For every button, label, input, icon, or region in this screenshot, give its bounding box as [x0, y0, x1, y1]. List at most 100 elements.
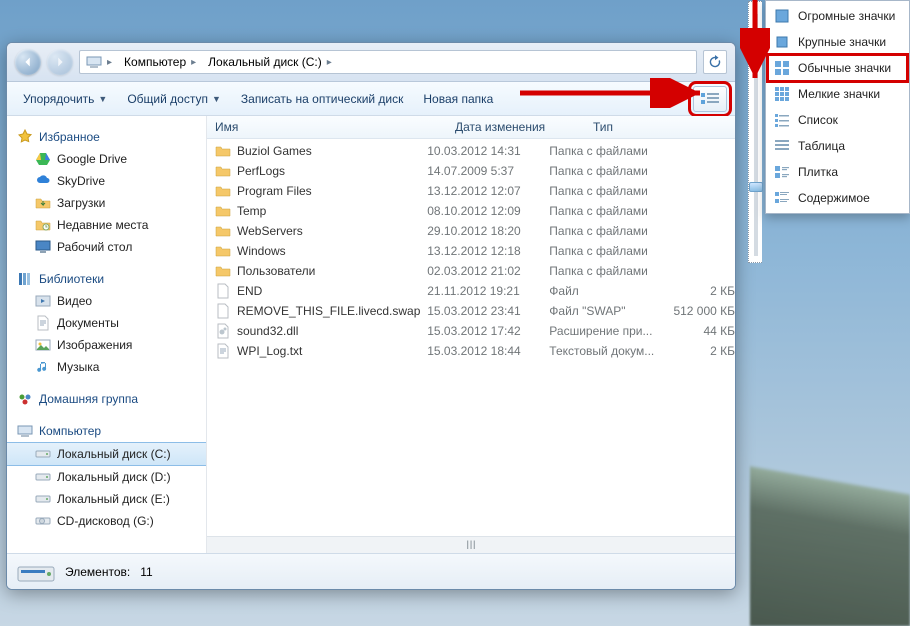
change-view-button[interactable] [693, 86, 727, 112]
column-name[interactable]: Имя [215, 120, 455, 134]
file-name: WebServers [237, 224, 303, 238]
refresh-button[interactable] [703, 50, 727, 74]
file-row[interactable]: Windows13.12.2012 12:18Папка с файлами [215, 241, 735, 261]
file-type: Файл "SWAP" [549, 304, 664, 318]
file-size: 2 КБ [664, 284, 735, 298]
favorites-header[interactable]: Избранное [7, 126, 206, 148]
address-bar[interactable]: ▸ Компьютер▸ Локальный диск (C:)▸ [79, 50, 697, 74]
status-count: 11 [140, 565, 152, 579]
libraries-header[interactable]: Библиотеки [7, 268, 206, 290]
status-count-label: Элементов: [65, 565, 130, 579]
file-row[interactable]: PerfLogs14.07.2009 5:37Папка с файлами [215, 161, 735, 181]
view-extra-large-icons[interactable]: Огромные значки [768, 3, 907, 29]
file-row[interactable]: REMOVE_THIS_FILE.livecd.swap15.03.2012 2… [215, 301, 735, 321]
content-icon [774, 190, 790, 206]
file-date: 10.03.2012 14:31 [427, 144, 549, 158]
sidebar-item-video[interactable]: Видео [7, 290, 206, 312]
file-name: Buziol Games [237, 144, 312, 158]
horizontal-scrollbar[interactable]: III [207, 536, 735, 553]
view-small-icons[interactable]: Мелкие значки [768, 81, 907, 107]
desktop-icon [35, 239, 51, 255]
organize-button[interactable]: Упорядочить▼ [15, 88, 115, 110]
column-headers[interactable]: Имя Дата изменения Тип [207, 116, 735, 139]
column-type[interactable]: Тип [593, 120, 723, 134]
view-content[interactable]: Содержимое [768, 185, 907, 211]
file-date: 21.11.2012 19:21 [427, 284, 549, 298]
file-row[interactable]: Buziol Games10.03.2012 14:31Папка с файл… [215, 141, 735, 161]
view-tiles[interactable]: Плитка [768, 159, 907, 185]
file-type: Файл [549, 284, 664, 298]
breadcrumb-computer[interactable]: Компьютер▸ [120, 51, 202, 73]
music-icon [35, 359, 51, 375]
view-details[interactable]: Таблица [768, 133, 907, 159]
homegroup-icon [17, 391, 33, 407]
file-list-pane: Имя Дата изменения Тип Buziol Games 10.03… [207, 116, 735, 553]
arrow-left-icon [21, 55, 35, 69]
small-icons-icon [774, 86, 790, 102]
file-size: 512 000 КБ [664, 304, 735, 318]
file-row[interactable]: WPI_Log.txt15.03.2012 18:44Текстовый док… [215, 341, 735, 361]
sidebar-item-downloads[interactable]: Загрузки [7, 192, 206, 214]
refresh-icon [708, 55, 722, 69]
file-name: Пользователи [237, 264, 315, 278]
sidebar-item-desktop[interactable]: Рабочий стол [7, 236, 206, 258]
view-options-icon [701, 92, 719, 106]
computer-header[interactable]: Компьютер [7, 420, 206, 442]
slider-thumb[interactable] [749, 182, 763, 192]
toolbar: Упорядочить▼ Общий доступ▼ Записать на о… [7, 82, 735, 116]
view-menu: Огромные значки Крупные значки Обычные з… [765, 0, 910, 214]
nav-back-button[interactable] [15, 49, 41, 75]
view-large-icons[interactable]: Крупные значки [768, 29, 907, 55]
file-row[interactable]: sound32.dll15.03.2012 17:42Расширение пр… [215, 321, 735, 341]
sidebar-item-google-drive[interactable]: Google Drive [7, 148, 206, 170]
downloads-icon [35, 195, 51, 211]
recent-icon [35, 217, 51, 233]
folder-icon [215, 223, 231, 239]
navigation-pane: Избранное Google Drive SkyDrive Загрузки… [7, 116, 207, 553]
txt-icon [215, 343, 231, 359]
sidebar-item-documents[interactable]: Документы [7, 312, 206, 334]
file-list[interactable]: Buziol Games10.03.2012 14:31Папка с файл… [207, 139, 735, 536]
sidebar-item-music[interactable]: Музыка [7, 356, 206, 378]
folder-icon [215, 143, 231, 159]
share-button[interactable]: Общий доступ▼ [119, 88, 229, 110]
file-icon [215, 303, 231, 319]
burn-button[interactable]: Записать на оптический диск [233, 88, 412, 110]
file-name: WPI_Log.txt [237, 344, 302, 358]
file-row[interactable]: Program Files13.12.2012 12:07Папка с фай… [215, 181, 735, 201]
file-type: Расширение при... [549, 324, 664, 338]
dll-icon [215, 323, 231, 339]
column-date[interactable]: Дата изменения [455, 120, 593, 134]
cd-drive-icon [35, 513, 51, 529]
drive-icon [35, 491, 51, 507]
sidebar-item-cd-drive-g[interactable]: CD-дисковод (G:) [7, 510, 206, 532]
file-row[interactable]: Temp08.10.2012 12:09Папка с файлами [215, 201, 735, 221]
view-size-slider[interactable] [748, 1, 762, 263]
file-size: 2 КБ [664, 344, 735, 358]
gdrive-icon [35, 151, 51, 167]
view-medium-icons[interactable]: Обычные значки [768, 55, 907, 81]
file-name: REMOVE_THIS_FILE.livecd.swap [237, 304, 420, 318]
file-date: 02.03.2012 21:02 [427, 264, 549, 278]
view-list[interactable]: Список [768, 107, 907, 133]
breadcrumb-drive[interactable]: Локальный диск (C:)▸ [204, 51, 338, 73]
file-row[interactable]: Пользователи02.03.2012 21:02Папка с файл… [215, 261, 735, 281]
sidebar-item-drive-c[interactable]: Локальный диск (C:) [7, 442, 206, 466]
file-date: 13.12.2012 12:07 [427, 184, 549, 198]
sidebar-item-pictures[interactable]: Изображения [7, 334, 206, 356]
file-name: PerfLogs [237, 164, 285, 178]
sidebar-item-recent[interactable]: Недавние места [7, 214, 206, 236]
sidebar-item-skydrive[interactable]: SkyDrive [7, 170, 206, 192]
file-row[interactable]: END21.11.2012 19:21Файл2 КБ [215, 281, 735, 301]
sidebar-item-drive-e[interactable]: Локальный диск (E:) [7, 488, 206, 510]
file-icon [215, 283, 231, 299]
file-row[interactable]: WebServers29.10.2012 18:20Папка с файлам… [215, 221, 735, 241]
window-chrome: ▸ Компьютер▸ Локальный диск (C:)▸ [7, 43, 735, 82]
file-date: 15.03.2012 18:44 [427, 344, 549, 358]
nav-forward-button[interactable] [47, 49, 73, 75]
homegroup-header[interactable]: Домашняя группа [7, 388, 206, 410]
explorer-window: ▸ Компьютер▸ Локальный диск (C:)▸ Упоряд… [6, 42, 736, 590]
sidebar-item-drive-d[interactable]: Локальный диск (D:) [7, 466, 206, 488]
file-name: sound32.dll [237, 324, 298, 338]
new-folder-button[interactable]: Новая папка [415, 88, 501, 110]
